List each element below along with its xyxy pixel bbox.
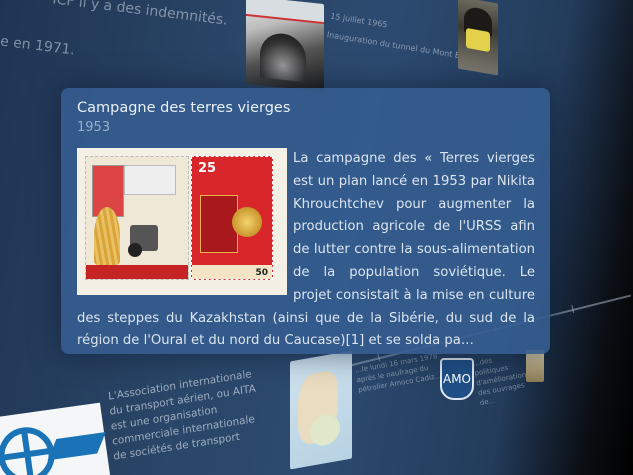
globe-icon — [0, 423, 59, 475]
badge-label: AMO — [442, 372, 471, 386]
event-detail-popup[interactable]: Campagne des terres vierges 1953 La camp… — [61, 88, 550, 354]
event-year: 1953 — [77, 120, 111, 135]
stamp-main: 25 50 — [191, 156, 273, 280]
stamp-illustration — [85, 156, 189, 280]
wing-icon — [47, 432, 106, 461]
timeline-view[interactable]: ICF il y a des indemnités. e en 1971. 15… — [0, 0, 633, 475]
newspaper-header — [246, 0, 324, 25]
badge-icon[interactable]: AMO — [440, 358, 474, 400]
background-text-fragment: ICF il y a des indemnités. — [51, 0, 229, 29]
timeline-event-thumbnail[interactable] — [526, 350, 544, 382]
stamp-banner — [86, 265, 188, 279]
stamp-price: 50 — [255, 268, 268, 278]
iata-logo[interactable] — [0, 402, 112, 475]
tractor-icon — [128, 225, 158, 257]
event-title: Campagne des terres vierges — [77, 100, 291, 116]
event-caption: 15 juillet 1965 — [329, 11, 389, 30]
timeline-event-thumbnail[interactable] — [458, 0, 498, 76]
timeline-event-thumbnail[interactable] — [246, 0, 324, 93]
stamp-value: 25 — [198, 161, 217, 176]
background-text-fragment: e en 1971. — [0, 33, 76, 59]
medal-icon — [232, 207, 262, 237]
timeline-event-thumbnail[interactable] — [290, 350, 352, 470]
wheat-icon — [94, 207, 120, 265]
train-image — [466, 27, 490, 53]
tunnel-image — [260, 31, 306, 83]
event-caption: Inauguration du tunnel du Mont Blanc — [326, 30, 478, 63]
poster-image — [124, 165, 176, 195]
timeline-tick — [571, 304, 575, 313]
event-description: L'Association internationale du transpor… — [107, 368, 257, 463]
stamp-image[interactable]: 25 50 — [77, 148, 287, 295]
event-description: …des politiques d'amélioration des ouvra… — [472, 356, 527, 408]
